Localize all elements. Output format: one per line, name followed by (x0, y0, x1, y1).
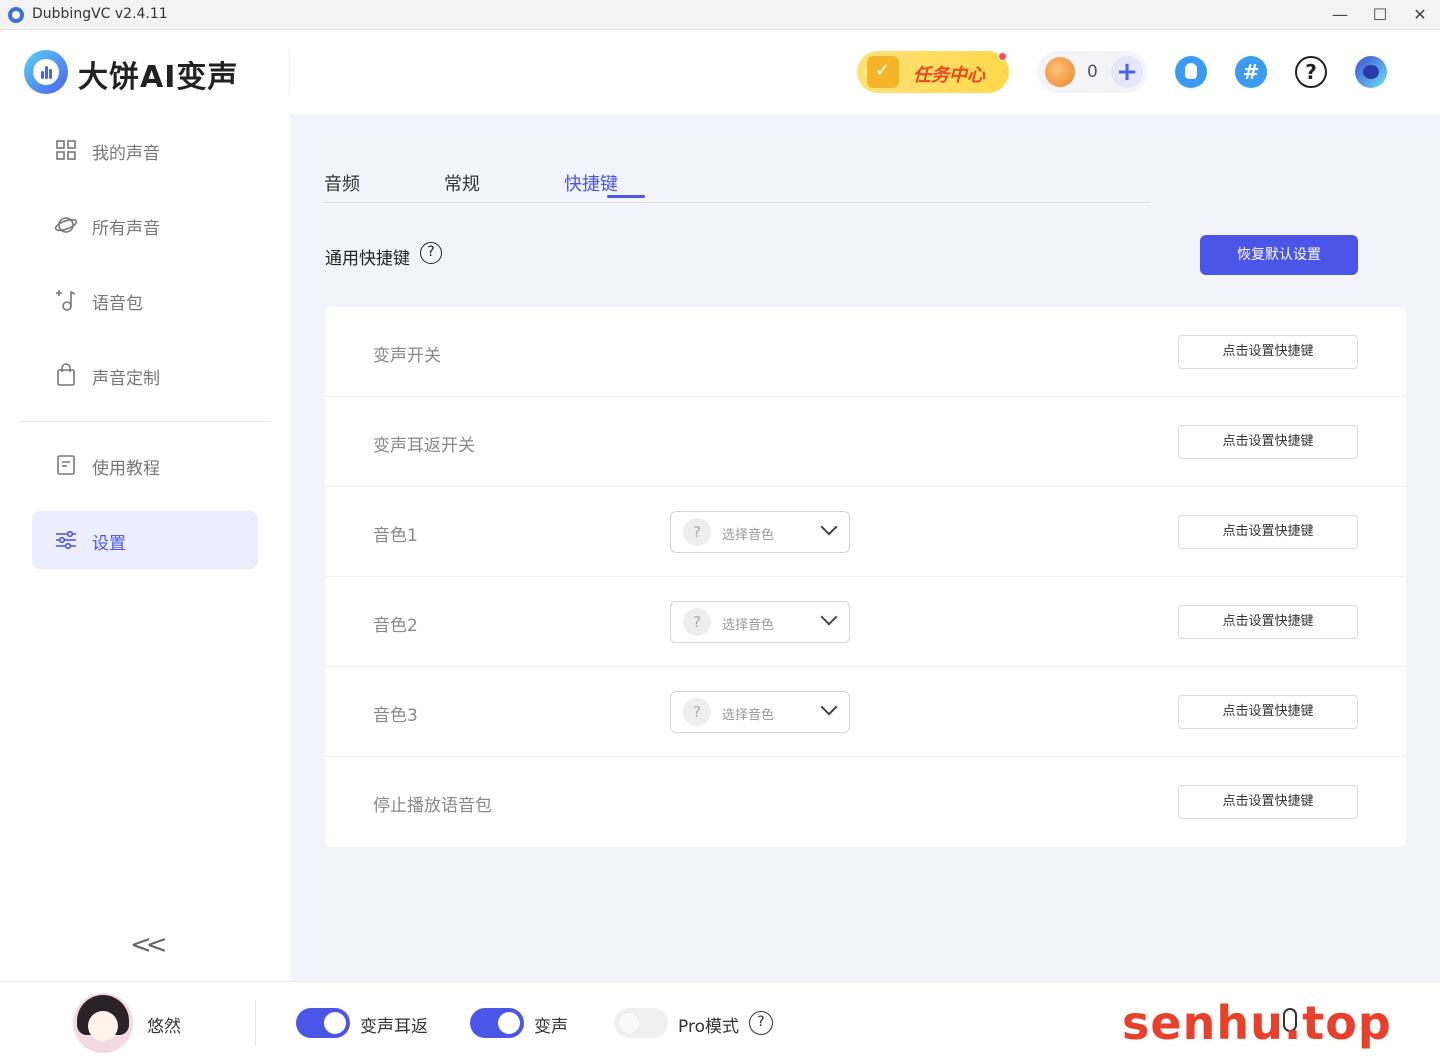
chevron-down-icon (820, 518, 838, 536)
shortcut-label: 停止播放语音包 (373, 796, 492, 816)
settings-tabs: 音频 常规 快捷键 (324, 170, 1150, 203)
tab-audio[interactable]: 音频 (324, 170, 360, 196)
header-divider (289, 50, 290, 94)
sidebar-item-label: 语音包 (92, 294, 143, 314)
restore-defaults-button[interactable]: 恢复默认设置 (1200, 235, 1358, 275)
sliders-icon (56, 530, 76, 550)
sidebar-item-voice-custom[interactable]: 声音定制 (32, 346, 258, 404)
logo-icon (24, 50, 68, 94)
set-shortcut-button[interactable]: 点击设置快捷键 (1178, 425, 1358, 459)
sidebar-item-tutorial[interactable]: 使用教程 (32, 436, 258, 494)
question-icon: ? (683, 698, 711, 726)
shortcut-row: 停止播放语音包 点击设置快捷键 (325, 757, 1406, 847)
task-center-button[interactable]: 任务中心 (857, 51, 1009, 93)
notification-dot (998, 52, 1007, 61)
close-button[interactable]: ✕ (1400, 0, 1440, 30)
shortcut-row: 变声耳返开关 点击设置快捷键 (325, 397, 1406, 487)
sidebar-item-label: 使用教程 (92, 459, 160, 479)
sidebar-item-label: 我的声音 (92, 144, 160, 164)
help-icon[interactable]: ? (1295, 56, 1327, 88)
shortcut-row: 音色2 ? 选择音色 点击设置快捷键 (325, 577, 1406, 667)
watermark-text: senhu.top (1122, 996, 1392, 1050)
tab-general[interactable]: 常规 (444, 170, 480, 196)
bottom-bar: 悠然 变声耳返 变声 Pro模式 ? senhu.top (0, 981, 1440, 1064)
voice-select-placeholder: 选择音色 (722, 618, 775, 633)
sidebar-item-settings[interactable]: 设置 (32, 511, 258, 569)
chevron-down-icon (820, 698, 838, 716)
voice-select[interactable]: ? 选择音色 (670, 601, 850, 643)
sidebar-item-all-voices[interactable]: 所有声音 (32, 196, 258, 254)
chevron-down-icon (820, 608, 838, 626)
qq-icon[interactable] (1175, 56, 1207, 88)
voice-select-placeholder: 选择音色 (722, 528, 775, 543)
coin-icon (1045, 57, 1075, 87)
sidebar-item-label: 所有声音 (92, 219, 160, 239)
app-icon (8, 7, 24, 23)
maximize-button[interactable]: ☐ (1360, 0, 1400, 30)
minimize-button[interactable]: — (1320, 0, 1360, 30)
shopping-bag-icon (57, 363, 75, 386)
set-shortcut-button[interactable]: 点击设置快捷键 (1178, 695, 1358, 729)
sidebar-item-voice-pack[interactable]: 语音包 (32, 271, 258, 329)
grid-icon (56, 140, 76, 160)
voice-change-label: 变声 (534, 1017, 568, 1037)
collapse-sidebar-button[interactable]: << (130, 930, 167, 960)
window-title: DubbingVC v2.4.11 (32, 6, 168, 22)
pro-mode-label: Pro模式 (678, 1017, 739, 1037)
logo-text: 大饼AI变声 (78, 60, 239, 95)
sidebar: 我的声音 所有声音 语音包 声音定制 使用教程 设置 << (0, 114, 290, 981)
coin-count: 0 (1087, 62, 1098, 82)
app-header: 大饼AI变声 任务中心 0 + # ? (0, 30, 1440, 114)
coin-balance: 0 + (1037, 51, 1147, 93)
task-center-label: 任务中心 (913, 65, 985, 86)
shortcut-list: 变声开关 点击设置快捷键 变声耳返开关 点击设置快捷键 音色1 ? 选择音色 点… (325, 307, 1406, 847)
sidebar-item-label: 声音定制 (92, 369, 160, 389)
voice-change-toggle[interactable] (470, 1008, 524, 1038)
shortcut-row: 音色1 ? 选择音色 点击设置快捷键 (325, 487, 1406, 577)
help-icon[interactable]: ? (420, 242, 442, 264)
voice-select[interactable]: ? 选择音色 (670, 511, 850, 553)
set-shortcut-button[interactable]: 点击设置快捷键 (1178, 335, 1358, 369)
document-icon (57, 455, 75, 475)
question-icon: ? (683, 608, 711, 636)
shortcut-label: 变声耳返开关 (373, 436, 475, 456)
add-coins-button[interactable]: + (1111, 56, 1143, 88)
tab-shortcuts[interactable]: 快捷键 (564, 170, 618, 196)
set-shortcut-button[interactable]: 点击设置快捷键 (1178, 605, 1358, 639)
sidebar-divider (20, 421, 270, 422)
ear-return-label: 变声耳返 (360, 1017, 428, 1037)
user-avatar[interactable] (73, 993, 133, 1053)
bottom-divider (255, 1000, 256, 1046)
sidebar-item-my-voices[interactable]: 我的声音 (32, 121, 258, 179)
shortcut-label: 音色1 (373, 526, 418, 546)
ear-return-toggle[interactable] (296, 1008, 350, 1038)
set-shortcut-button[interactable]: 点击设置快捷键 (1178, 785, 1358, 819)
window-titlebar: DubbingVC v2.4.11 — ☐ ✕ (0, 0, 1440, 30)
shortcut-label: 音色2 (373, 616, 418, 636)
shortcut-row: 变声开关 点击设置快捷键 (325, 307, 1406, 397)
profile-avatar[interactable] (1355, 56, 1387, 88)
sidebar-item-label: 设置 (92, 534, 126, 554)
active-tab-indicator (607, 195, 645, 198)
planet-icon (54, 217, 78, 233)
set-shortcut-button[interactable]: 点击设置快捷键 (1178, 515, 1358, 549)
voice-select-placeholder: 选择音色 (722, 708, 775, 723)
main-content: 音频 常规 快捷键 通用快捷键 ? 恢复默认设置 变声开关 点击设置快捷键 变声… (290, 114, 1440, 981)
question-icon: ? (683, 518, 711, 546)
voice-select[interactable]: ? 选择音色 (670, 691, 850, 733)
music-note-plus-icon (56, 290, 76, 311)
pro-mode-toggle[interactable] (614, 1008, 668, 1038)
shortcut-label: 音色3 (373, 706, 418, 726)
shortcut-label: 变声开关 (373, 346, 441, 366)
section-title: 通用快捷键 (325, 249, 410, 269)
help-icon[interactable]: ? (749, 1011, 773, 1035)
user-name: 悠然 (147, 1017, 181, 1037)
shortcut-row: 音色3 ? 选择音色 点击设置快捷键 (325, 667, 1406, 757)
calendar-check-icon (867, 56, 899, 88)
hash-icon[interactable]: # (1235, 56, 1267, 88)
